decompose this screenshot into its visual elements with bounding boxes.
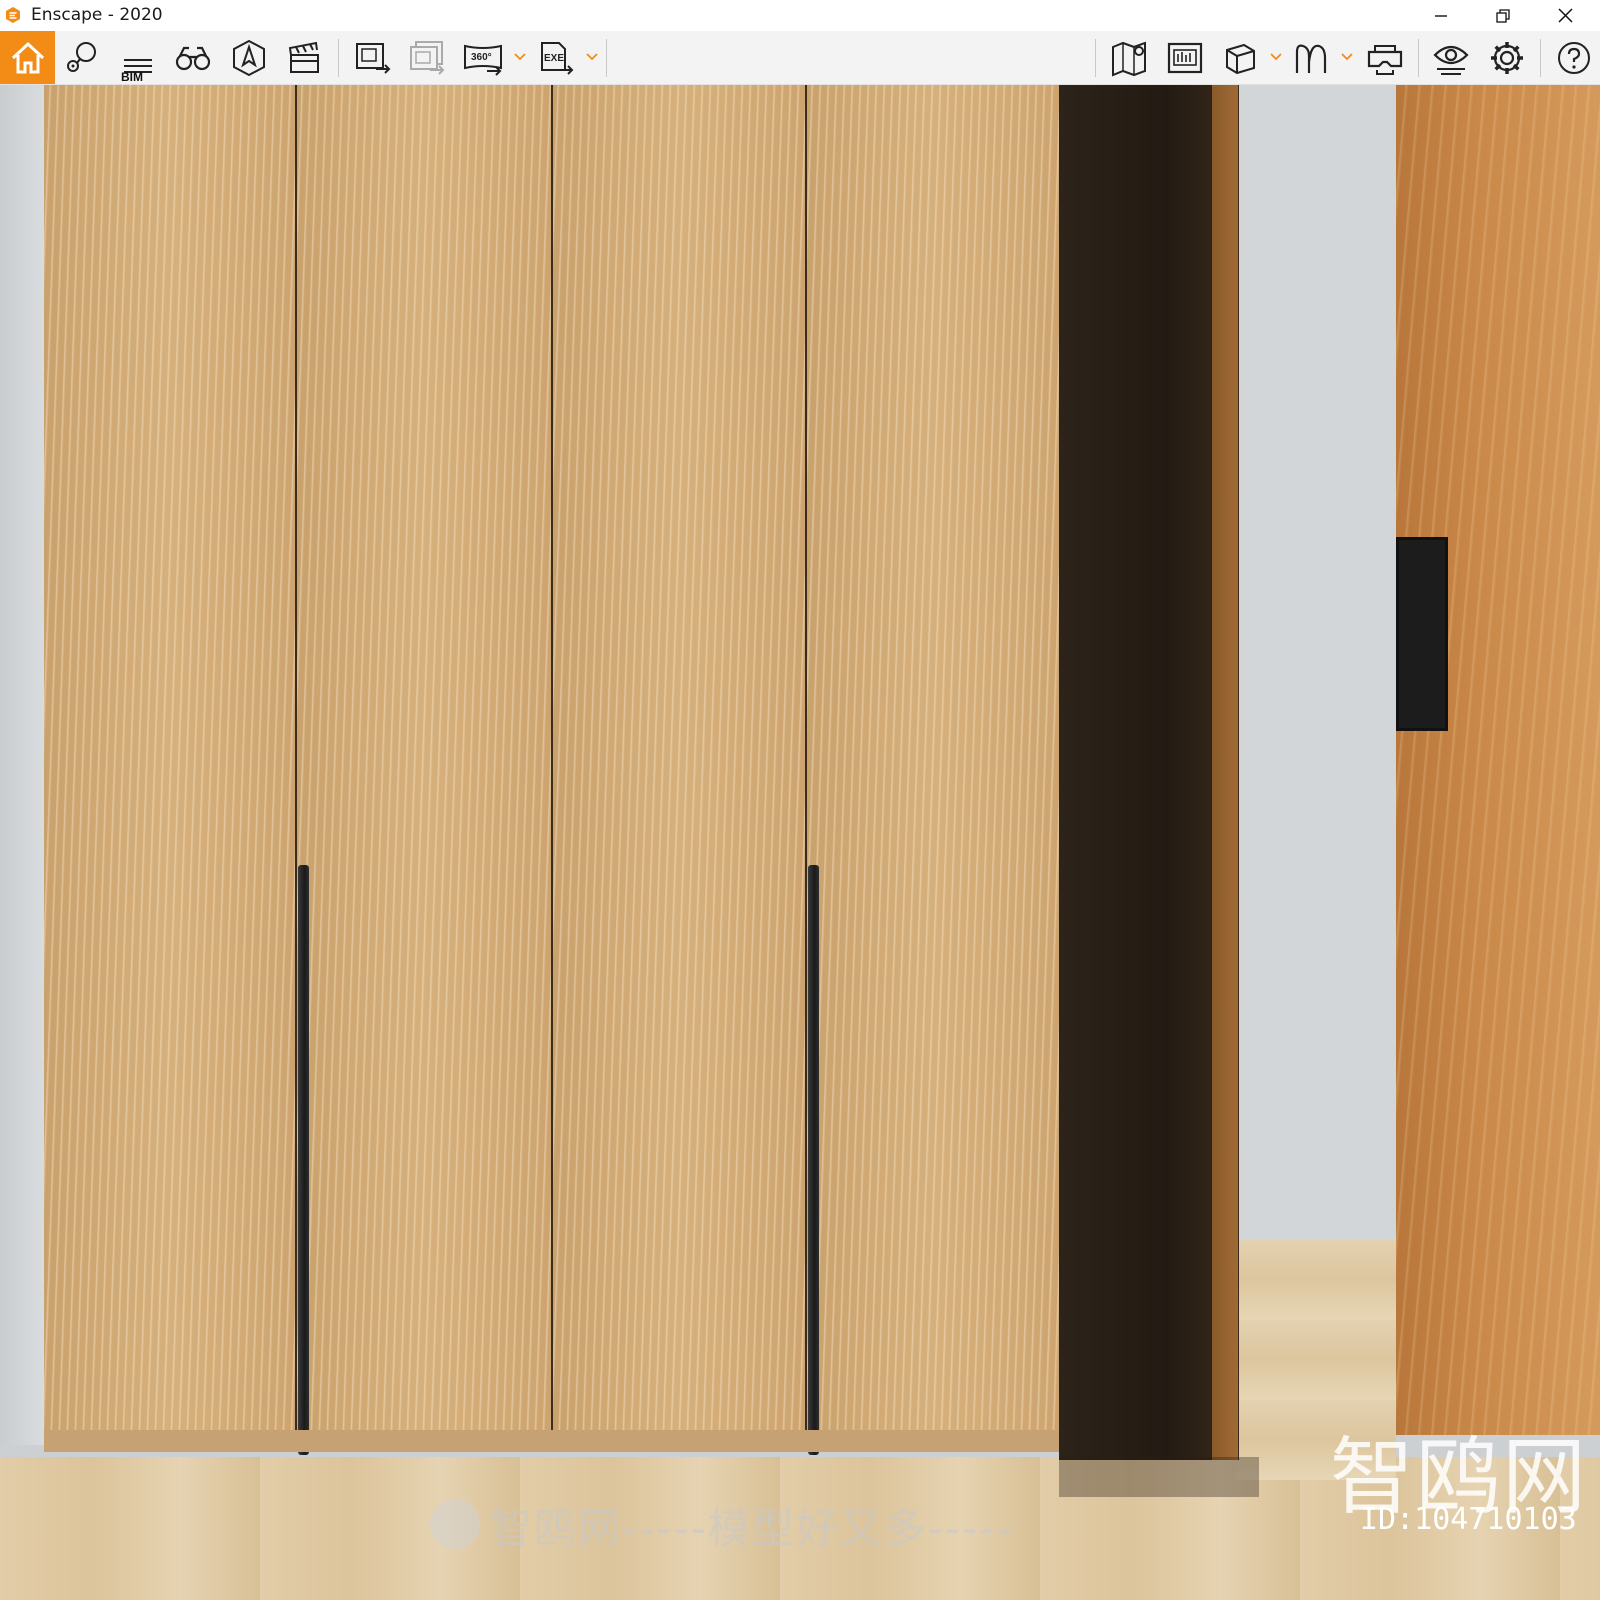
asset-library-button[interactable] [1164,37,1206,79]
window-title: Enscape - 2020 [31,5,163,25]
cube-icon [1226,43,1255,75]
close-button[interactable] [1534,0,1596,31]
main-toolbar: BIM 360° EXE [0,31,1600,110]
sliding-door-right [1396,85,1600,1435]
clapperboard-icon [288,41,319,73]
exe-dropdown-button[interactable] [585,51,599,63]
map-pin-icon [1112,41,1146,77]
wardrobe-door-4 [806,85,1059,1430]
door-gap [805,85,807,1430]
help-icon [1558,42,1590,74]
home-icon [11,42,44,73]
door-gap [295,85,297,1430]
restore-button[interactable] [1472,0,1534,31]
panorama-360-icon: 360° [464,44,502,76]
floor-shadow [1059,1457,1259,1497]
svg-text:EXE: EXE [544,53,564,64]
svg-text:360°: 360° [471,52,492,63]
export-image-icon [356,43,391,74]
minimize-icon [1435,14,1447,17]
enscape-logo-icon [6,7,20,23]
wardrobe-handle [808,865,819,1455]
compass-sun-icon [233,39,265,77]
export-image-button[interactable] [352,37,394,79]
door-gap [551,85,553,1430]
watermark-slogan: 智鸥网-----模型好又多----- [490,1504,1014,1553]
restore-icon [1496,8,1510,23]
binoculars-button[interactable] [172,37,214,79]
vr-headset-button[interactable] [1364,37,1406,79]
map-button[interactable] [1108,37,1150,79]
video-editor-button[interactable] [283,37,325,79]
chevron-down-icon [1270,53,1282,61]
favorites-location-icon [67,42,96,72]
export-exe-icon: EXE [541,42,574,75]
wardrobe-door-2 [296,85,552,1430]
bim-label: BIM [121,70,143,84]
wardrobe-handle [298,865,309,1455]
close-icon [1557,8,1573,23]
views-button[interactable] [1290,37,1332,79]
views-icon [1295,44,1327,73]
chevron-down-icon [1341,53,1353,61]
binoculars-icon [175,46,211,71]
help-button[interactable] [1553,37,1595,79]
toolbar-separator [338,39,339,77]
batch-render-icon [410,41,445,75]
title-bar: Enscape - 2020 [0,0,1600,31]
minimize-button[interactable] [1410,0,1472,31]
asset-library-icon [1167,42,1203,74]
toolbar-separator [1095,39,1096,77]
wardrobe-door-1 [44,85,296,1430]
recessed-handle [1396,537,1448,731]
watermark-id: ID:104710103 [1360,1502,1577,1537]
toolbar-separator [1418,39,1419,77]
favorites-location-button[interactable] [61,37,103,79]
batch-render-button[interactable] [406,37,448,79]
toolbar-separator [606,39,607,77]
gear-icon [1491,42,1523,74]
export-exe-button[interactable]: EXE [535,37,577,79]
material-dropdown-button[interactable] [1269,51,1283,63]
eye-settings-icon [1433,45,1469,75]
wardrobe-door-3 [552,85,806,1430]
sun-direction-button[interactable] [228,37,270,79]
chevron-down-icon [514,53,526,61]
vr-headset-icon [1367,45,1403,75]
toolbar-separator [1540,39,1541,77]
chevron-down-icon [586,53,598,61]
watermark-logo-icon [430,1499,480,1549]
export-panorama-button[interactable]: 360° [462,37,504,79]
visual-settings-button[interactable] [1430,37,1472,79]
render-viewport[interactable]: 智鸥网-----模型好又多----- 智鸥网 ID:104710103 [0,85,1600,1600]
wardrobe-base [44,1430,1059,1452]
panorama-dropdown-button[interactable] [513,51,527,63]
wall-left [0,85,46,1445]
material-editor-button[interactable] [1219,37,1261,79]
wall-right [1236,85,1396,1240]
general-settings-button[interactable] [1486,37,1528,79]
wardrobe-side-panel [1212,85,1238,1460]
views-dropdown-button[interactable] [1340,51,1354,63]
home-button[interactable] [0,31,55,84]
